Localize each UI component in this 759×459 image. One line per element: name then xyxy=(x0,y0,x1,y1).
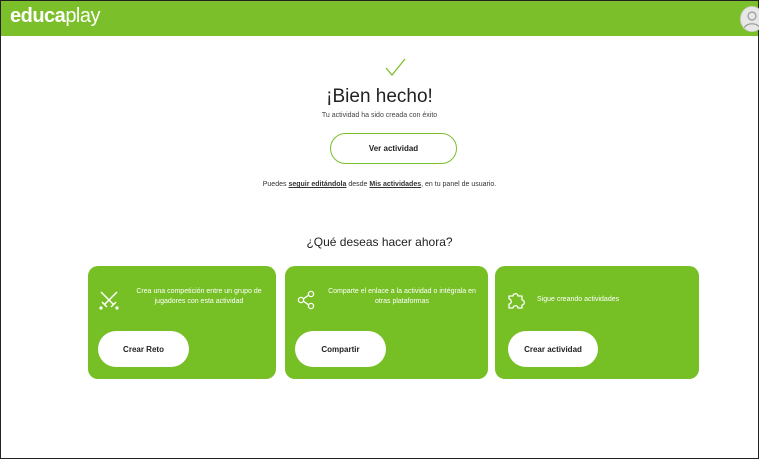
challenge-card: Crea una competición entre un grupo de j… xyxy=(88,266,276,379)
my-activities-link[interactable]: Mis actividades xyxy=(369,181,421,188)
share-description: Comparte el enlace a la actividad o inté… xyxy=(328,288,476,305)
share-button[interactable]: Compartir xyxy=(295,331,386,367)
create-activity-button[interactable]: Crear actividad xyxy=(508,331,598,367)
challenge-description: Crea una competición entre un grupo de j… xyxy=(136,288,262,305)
continue-editing-link[interactable]: seguir editándola xyxy=(288,181,346,188)
view-activity-button[interactable]: Ver actividad xyxy=(330,133,457,164)
top-bar: educaplay xyxy=(1,1,759,36)
next-question: ¿Qué deseas hacer ahora? xyxy=(306,235,453,249)
create-activity-card: Sigue creando actividades Crear activida… xyxy=(495,266,699,379)
share-icon xyxy=(297,290,315,310)
success-title: ¡Bien hecho! xyxy=(326,86,433,107)
checkmark-icon xyxy=(385,58,406,77)
crossed-swords-icon xyxy=(99,291,119,310)
user-icon xyxy=(743,11,759,30)
create-activity-description: Sigue creando actividades xyxy=(537,296,620,303)
user-avatar[interactable] xyxy=(740,6,759,32)
create-challenge-button[interactable]: Crear Reto xyxy=(98,331,189,367)
success-subtitle: Tu actividad ha sido creada con éxito xyxy=(321,112,438,119)
educaplay-logo[interactable]: educaplay xyxy=(10,5,101,28)
puzzle-icon xyxy=(508,293,525,309)
page-frame xyxy=(0,0,759,459)
share-card: Comparte el enlace a la actividad o inté… xyxy=(285,266,488,379)
info-text: Puedes seguir editándola desde Mis activ… xyxy=(262,181,497,188)
